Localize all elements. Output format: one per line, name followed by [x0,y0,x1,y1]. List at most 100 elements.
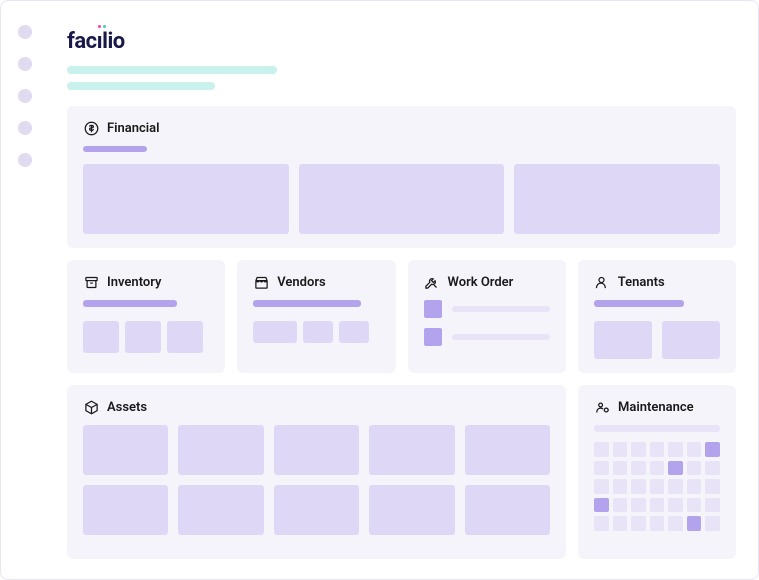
tenants-widget[interactable] [662,321,720,359]
placeholder-line [452,306,550,312]
placeholder-bar [83,146,147,152]
calendar-cell[interactable] [613,461,628,476]
inventory-widget[interactable] [167,321,203,353]
calendar-cell[interactable] [687,516,702,531]
asset-widget[interactable] [178,425,263,475]
maintenance-calendar[interactable] [594,442,720,531]
asset-widget[interactable] [274,425,359,475]
vendors-title: Vendors [277,275,325,290]
calendar-cell[interactable] [650,479,665,494]
vendors-widget[interactable] [253,321,297,343]
financial-card[interactable]: Financial [67,106,736,248]
placeholder-bar [253,300,361,307]
calendar-cell[interactable] [668,479,683,494]
maintenance-card[interactable]: Maintenance [578,385,736,559]
calendar-cell[interactable] [668,498,683,513]
placeholder-bar [594,425,720,432]
calendar-cell[interactable] [594,516,609,531]
financial-title: Financial [107,121,160,136]
wo-checkbox[interactable] [424,300,442,318]
asset-widget[interactable] [465,485,550,535]
placeholder-line [452,334,550,340]
calendar-cell[interactable] [705,442,720,457]
logo-text-after: lio [102,29,125,54]
calendar-cell[interactable] [631,498,646,513]
calendar-cell[interactable] [668,442,683,457]
asset-widget[interactable] [274,485,359,535]
calendar-cell[interactable] [613,479,628,494]
inventory-widget[interactable] [83,321,119,353]
calendar-cell[interactable] [650,461,665,476]
nav-dot[interactable] [18,153,32,167]
calendar-cell[interactable] [631,461,646,476]
vendors-widget[interactable] [303,321,333,343]
asset-widget[interactable] [83,485,168,535]
main-content: facılio Financial Inventory [49,1,758,579]
calendar-cell[interactable] [687,442,702,457]
asset-widget[interactable] [369,425,454,475]
tenants-card[interactable]: Tenants [578,260,736,373]
calendar-cell[interactable] [705,498,720,513]
calendar-cell[interactable] [631,516,646,531]
tenants-widget[interactable] [594,321,652,359]
asset-widget[interactable] [178,485,263,535]
calendar-cell[interactable] [705,479,720,494]
financial-widget[interactable] [514,164,720,234]
person-icon [594,274,610,290]
sidebar [1,1,49,579]
calendar-cell[interactable] [594,461,609,476]
calendar-cell[interactable] [613,516,628,531]
cube-icon [83,399,99,415]
vendors-card[interactable]: Vendors [237,260,395,373]
inventory-title: Inventory [107,275,162,290]
assets-title: Assets [107,400,147,415]
header-placeholder [67,66,736,90]
calendar-cell[interactable] [650,442,665,457]
calendar-cell[interactable] [613,498,628,513]
maintenance-icon [594,399,610,415]
wo-checkbox[interactable] [424,328,442,346]
calendar-cell[interactable] [705,516,720,531]
nav-dot[interactable] [18,57,32,71]
placeholder-bar [67,82,215,90]
calendar-cell[interactable] [705,461,720,476]
placeholder-bar [67,66,277,74]
nav-dot[interactable] [18,25,32,39]
work-order-item[interactable] [424,300,550,318]
calendar-cell[interactable] [631,479,646,494]
logo-text-before: fac [67,29,97,54]
inventory-widget[interactable] [125,321,161,353]
calendar-cell[interactable] [687,461,702,476]
asset-widget[interactable] [83,425,168,475]
calendar-cell[interactable] [650,498,665,513]
logo: facılio [67,29,736,54]
assets-card[interactable]: Assets [67,385,566,559]
work-order-title: Work Order [448,275,514,290]
calendar-cell[interactable] [594,498,609,513]
calendar-cell[interactable] [650,516,665,531]
inventory-card[interactable]: Inventory [67,260,225,373]
asset-widget[interactable] [369,485,454,535]
storefront-icon [253,274,269,290]
dollar-circle-icon [83,120,99,136]
nav-dot[interactable] [18,121,32,135]
calendar-cell[interactable] [668,461,683,476]
calendar-cell[interactable] [613,442,628,457]
work-order-card[interactable]: Work Order [408,260,566,373]
tools-icon [424,274,440,290]
nav-dot[interactable] [18,89,32,103]
financial-widget[interactable] [299,164,505,234]
financial-widget[interactable] [83,164,289,234]
calendar-cell[interactable] [594,479,609,494]
archive-icon [83,274,99,290]
calendar-cell[interactable] [594,442,609,457]
tenants-title: Tenants [618,275,665,290]
vendors-widget[interactable] [339,321,369,343]
calendar-cell[interactable] [687,498,702,513]
calendar-cell[interactable] [687,479,702,494]
work-order-item[interactable] [424,328,550,346]
calendar-cell[interactable] [631,442,646,457]
maintenance-title: Maintenance [618,400,694,415]
calendar-cell[interactable] [668,516,683,531]
asset-widget[interactable] [465,425,550,475]
